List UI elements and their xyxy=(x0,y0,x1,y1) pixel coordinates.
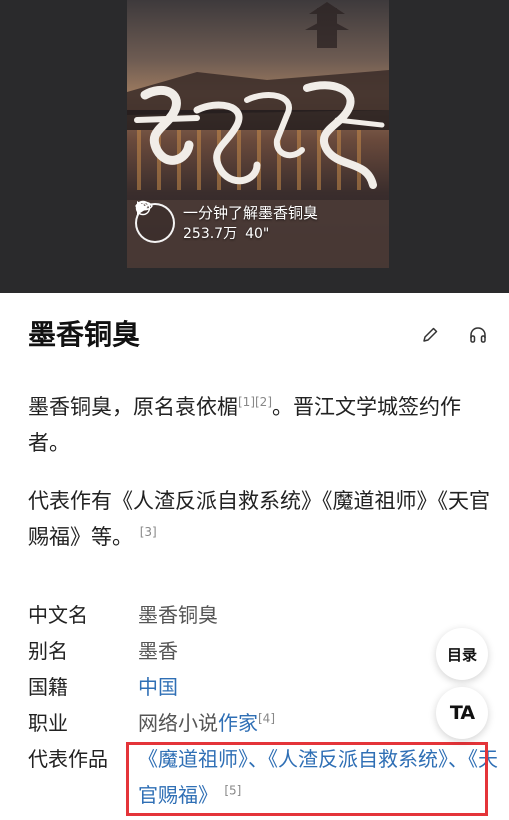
info-row-occupation: 职业 网络小说作家[4] xyxy=(28,705,498,741)
video-thumbnail[interactable]: 一分钟了解墨香铜臭 253.7万 40" xyxy=(127,0,389,268)
page: 一分钟了解墨香铜臭 253.7万 40" 墨香铜臭 墨香铜臭，原名袁依楣[1][… xyxy=(0,0,509,820)
page-title: 墨香铜臭 xyxy=(28,318,141,351)
citation-3[interactable]: [3] xyxy=(140,525,157,539)
works-text: 代表作有《人渣反派自救系统》《魔道祖师》《天官赐福》等。 xyxy=(28,489,490,549)
intro-paragraph: 墨香铜臭，原名袁依楣[1][2]。晋江文学城签约作者。 xyxy=(28,389,490,461)
video-stats: 253.7万 40" xyxy=(135,200,318,244)
works-paragraph: 代表作有《人渣反派自救系统》《魔道祖师》《天官赐福》等。 [3] xyxy=(28,483,490,555)
view-count: 253.7万 xyxy=(135,201,238,244)
info-label: 别名 xyxy=(28,639,68,663)
duration-text: 40" xyxy=(245,225,270,242)
occupation-text: 网络小说 xyxy=(138,711,218,735)
entry-content: 墨香铜臭 墨香铜臭，原名袁依楣[1][2]。晋江文学城签约作者。 代表作有《人渣… xyxy=(0,293,509,820)
info-row-chinese-name: 中文名 墨香铜臭 xyxy=(28,597,498,633)
toc-button[interactable]: 目录 xyxy=(436,628,488,680)
video-meta: 一分钟了解墨香铜臭 253.7万 40" xyxy=(135,200,319,244)
citation-4[interactable]: [4] xyxy=(258,711,275,725)
clock-icon xyxy=(135,200,151,216)
info-row-alias: 别名 墨香 xyxy=(28,633,498,669)
edit-icon[interactable] xyxy=(418,323,442,347)
info-label: 国籍 xyxy=(28,675,68,699)
highlight-annotation-box xyxy=(126,742,488,816)
info-row-nationality: 国籍 中国 xyxy=(28,669,498,705)
title-actions xyxy=(418,323,490,347)
info-value: 墨香铜臭 xyxy=(138,603,218,627)
info-label: 职业 xyxy=(28,711,68,735)
view-count-text: 253.7万 xyxy=(183,225,238,242)
video-banner: 一分钟了解墨香铜臭 253.7万 40" xyxy=(0,0,509,293)
intro-text: 墨香铜臭，原名袁依楣 xyxy=(28,395,238,419)
video-play-row[interactable]: 一分钟了解墨香铜臭 253.7万 40" xyxy=(135,200,318,246)
info-label: 中文名 xyxy=(28,603,88,627)
video-duration: 40" xyxy=(135,200,270,244)
info-label: 代表作品 xyxy=(28,747,108,771)
ta-button[interactable]: TA xyxy=(436,687,488,739)
video-title: 一分钟了解墨香铜臭 xyxy=(183,203,319,222)
writer-link[interactable]: 作家 xyxy=(218,711,258,735)
headphones-icon[interactable] xyxy=(466,323,490,347)
citation-1-2[interactable]: [1][2] xyxy=(238,395,272,409)
